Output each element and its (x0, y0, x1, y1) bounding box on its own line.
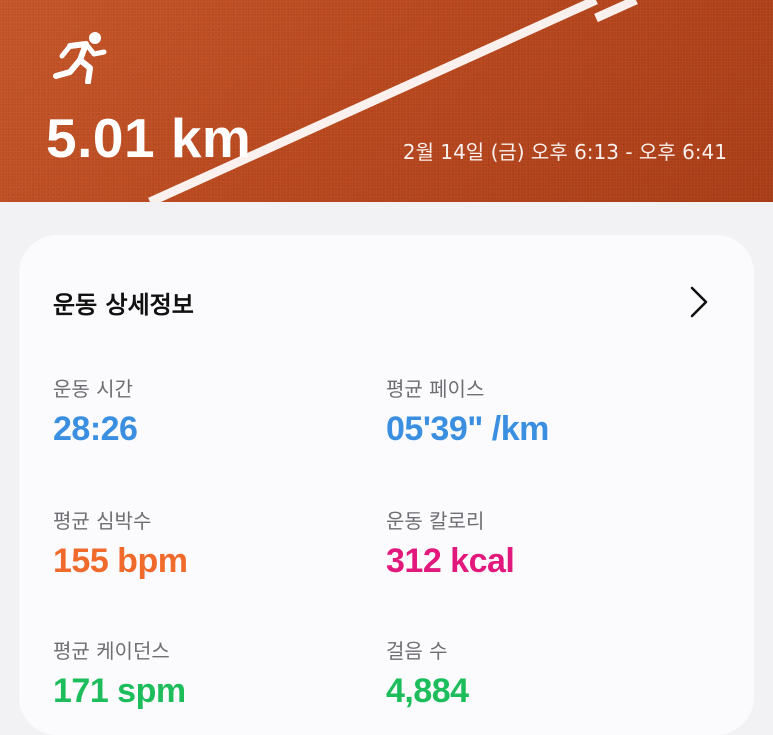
distance-value: 5.01 km (46, 107, 252, 169)
metric-calories: 운동 칼로리 312 kcal (386, 505, 515, 581)
metric-label: 운동 칼로리 (386, 509, 485, 533)
metric-label: 운동 시간 (53, 377, 133, 401)
metric-label: 평균 페이스 (386, 377, 485, 401)
metric-label: 평균 심박수 (53, 509, 152, 533)
metric-value: 28:26 (53, 410, 138, 448)
card-title: 운동 상세정보 (53, 291, 194, 319)
metric-average-pace: 평균 페이스 05'39" /km (386, 373, 549, 449)
track-lane-lines (148, 0, 638, 202)
metric-workout-time: 운동 시간 28:26 (53, 373, 138, 449)
metric-steps: 걸음 수 4,884 (386, 635, 469, 711)
chevron-right-icon[interactable] (688, 285, 710, 319)
metric-value: 312 kcal (386, 542, 515, 580)
workout-header: 5.01 km 2월 14일 (금) 오후 6:13 - 오후 6:41 (0, 0, 773, 202)
metric-value: 155 bpm (53, 542, 188, 580)
metric-average-heart-rate: 평균 심박수 155 bpm (53, 505, 188, 581)
metric-value: 4,884 (386, 672, 469, 710)
metric-average-cadence: 평균 케이던스 171 spm (53, 635, 186, 711)
metric-label: 걸음 수 (386, 639, 448, 663)
metric-value: 171 spm (53, 672, 186, 710)
workout-time-range: 2월 14일 (금) 오후 6:13 - 오후 6:41 (402, 140, 727, 164)
workout-details-card[interactable]: 운동 상세정보 운동 시간 28:26 평균 페이스 05'39" /km 평균… (19, 235, 754, 735)
metric-label: 평균 케이던스 (53, 639, 170, 663)
metric-value: 05'39" /km (386, 410, 549, 448)
running-person-icon (53, 32, 107, 84)
